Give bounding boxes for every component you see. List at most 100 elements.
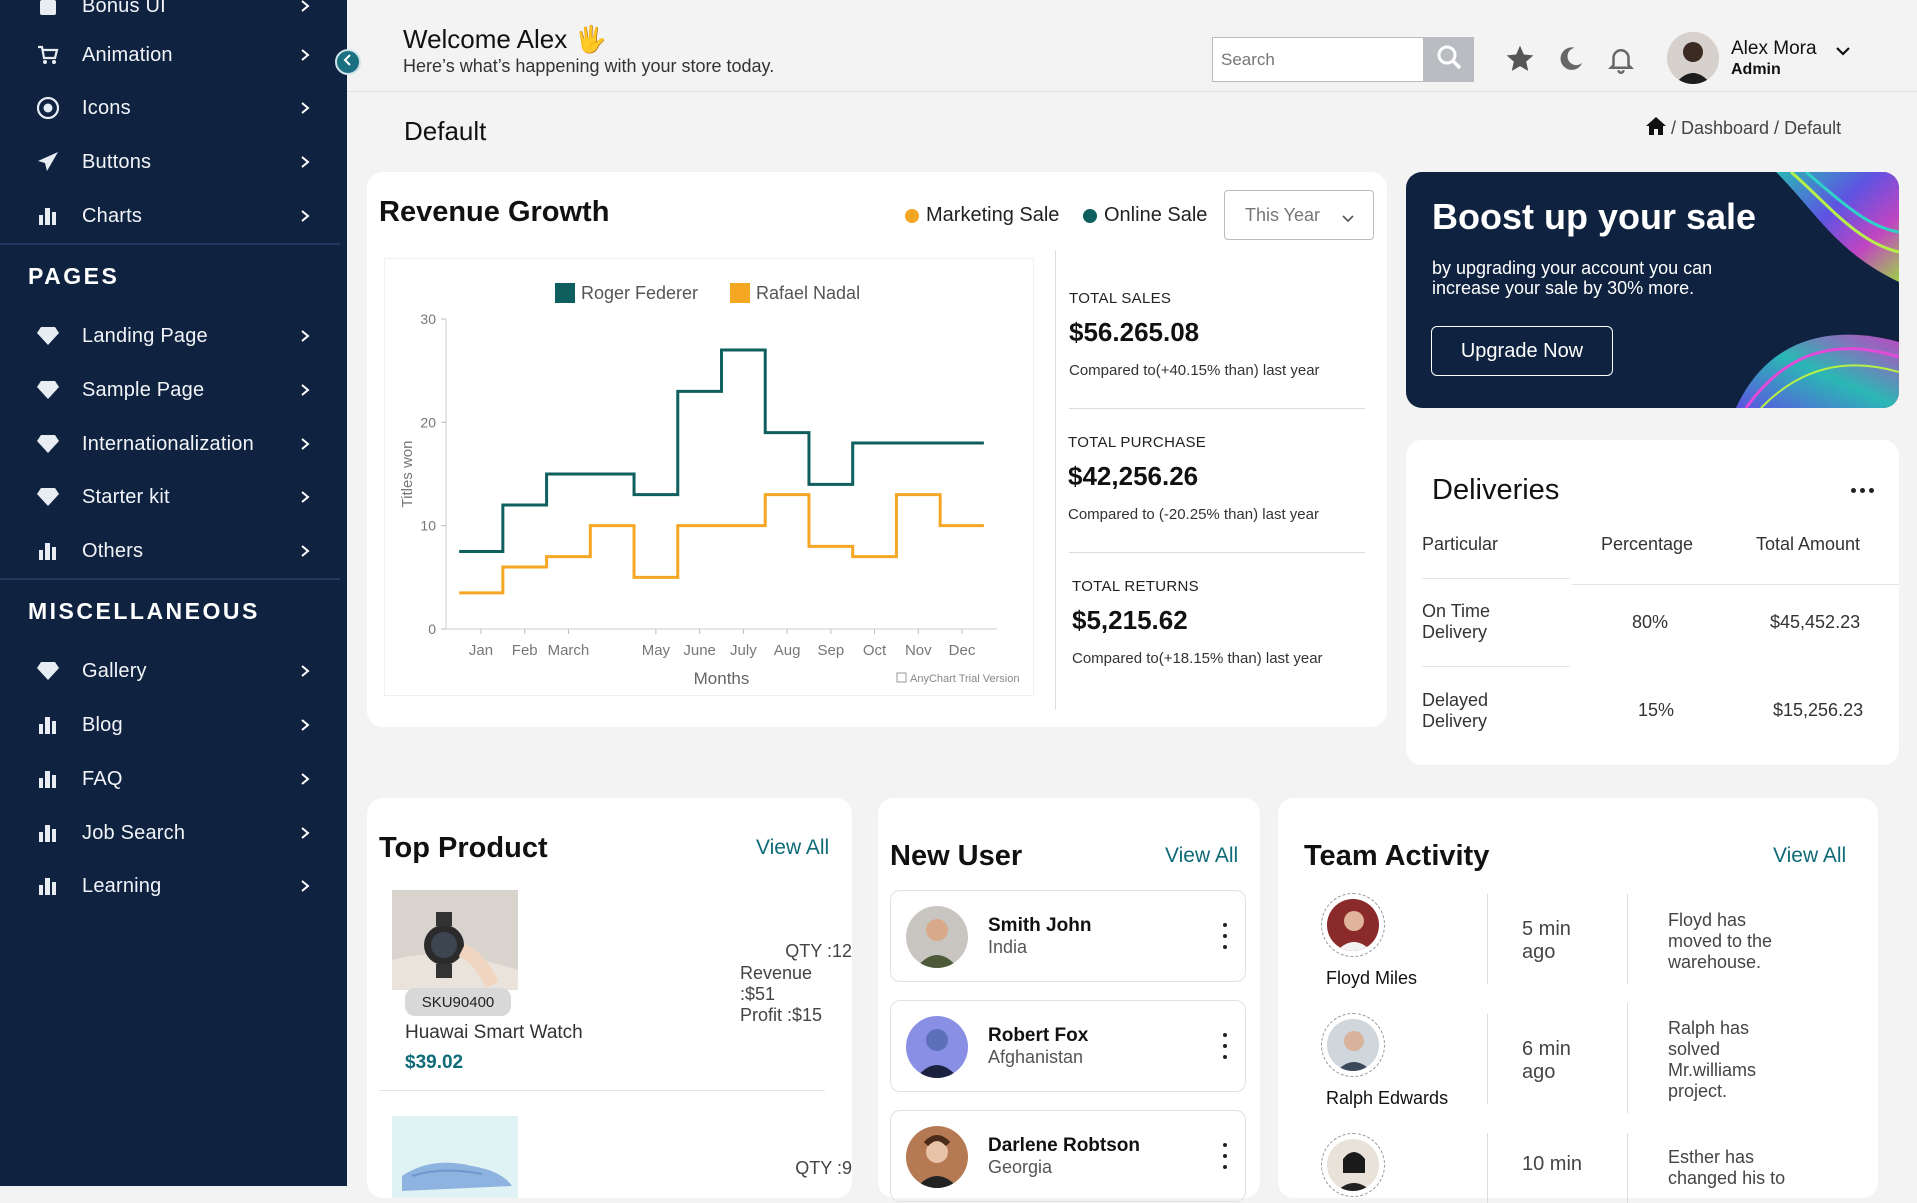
sidebar-item-label: FAQ [82,767,123,790]
legend-label: Online Sale [1104,204,1208,226]
star-icon[interactable] [1503,42,1537,76]
product-name[interactable]: Huawai Smart Watch [405,1022,583,1044]
team-member-name: Floyd Miles [1326,968,1418,988]
new-user-title: New User [890,840,1023,872]
divider [379,1090,825,1091]
x-tick-label: Aug [774,642,801,659]
view-all-link[interactable]: View All [1165,844,1238,868]
user-name[interactable]: Alex Mora [1731,38,1817,60]
product-profit: Profit :$15 [740,1005,823,1025]
sidebar-item-buttons[interactable]: Buttons [0,142,340,182]
user-item[interactable]: Smith John India [890,890,1246,982]
sidebar-divider [0,578,340,580]
stat-value: $5,215.62 [1072,605,1188,635]
kebab-menu-icon[interactable] [1221,1033,1229,1059]
sidebar-item-sample-page[interactable]: Sample Page [0,370,340,410]
product-revenue: Revenue :$51 [740,963,813,1004]
x-axis-title: Months [694,669,750,688]
sidebar-item-label: Starter kit [82,485,170,508]
divider [1069,408,1365,409]
y-tick-label: 10 [420,518,436,534]
sidebar-item-learning[interactable]: Learning [0,866,340,906]
team-activity-title: Team Activity [1304,840,1490,872]
deliveries-title: Deliveries [1432,474,1560,506]
stat-total-sales: TOTAL SALES $56.265.08 Compared to(+40.1… [1069,290,1320,379]
sidebar-item-bonus-ui[interactable]: Bonus UI [0,0,340,26]
user-item[interactable]: Robert Fox Afghanistan [890,1000,1246,1092]
x-tick-label: Sep [817,642,844,659]
column-header-percentage: Percentage [1601,534,1694,554]
search-button[interactable] [1424,37,1474,82]
chevron-down-icon[interactable] [1835,44,1851,62]
promo-title: Boost up your sale [1432,196,1757,237]
legend-label: Roger Federer [581,283,698,303]
sidebar-collapse-button[interactable] [335,49,361,75]
sidebar-item-gallery[interactable]: Gallery [0,651,340,691]
team-member-name: Ralph Edwards [1326,1088,1449,1108]
avatar [906,1126,968,1188]
moon-icon[interactable] [1554,42,1588,76]
kebab-menu-icon[interactable] [1221,923,1229,949]
legend-dot [905,208,919,223]
delivery-particular: On Time Delivery [1422,601,1491,642]
x-tick-label: Oct [863,642,887,659]
chevron-right-icon [298,826,312,840]
cart-icon [34,41,62,69]
activity-text: Floyd has moved to the warehouse. [1668,910,1773,972]
search-input[interactable] [1212,37,1424,82]
avatar [1321,1013,1385,1077]
sidebar-item-charts[interactable]: Charts [0,196,340,236]
sidebar-item-icons[interactable]: Icons [0,88,340,128]
more-options-icon[interactable] [1851,488,1874,493]
bar-chart-icon [34,537,62,565]
chevron-right-icon [298,437,312,451]
new-user-card: New User View All Smith John India Rober… [878,798,1260,1202]
revenue-growth-card: Revenue Growth Marketing Sale Online Sal… [367,172,1387,727]
user-name: Robert Fox [988,1025,1089,1046]
upgrade-now-button[interactable]: Upgrade Now [1431,326,1613,376]
view-all-link[interactable]: View All [1773,844,1846,868]
revenue-title: Revenue Growth [379,196,610,228]
series-line-rafael-nadal [459,493,984,595]
divider [1627,1003,1628,1113]
revenue-chart: 0 10 20 30 Jan Feb March May June July Aug Sep Oct No… [384,258,1034,696]
sidebar-item-internationalization[interactable]: Internationalization [0,424,340,464]
sidebar-item-landing-page[interactable]: Landing Page [0,316,340,356]
kebab-menu-icon[interactable] [1221,1143,1229,1169]
user-role: Admin [1731,61,1781,78]
product-image[interactable] [392,890,518,990]
sidebar-item-blog[interactable]: Blog [0,705,340,745]
view-all-link[interactable]: View All [756,836,829,860]
team-activity-card: Team Activity View All Floyd Miles 5 min… [1278,798,1878,1203]
user-country: India [988,937,1028,957]
sidebar-item-label: Charts [82,204,143,227]
sidebar-item-label: Icons [82,96,131,119]
user-name: Darlene Robtson [988,1135,1141,1156]
divider [1627,894,1628,984]
avatar [1321,1133,1385,1197]
divider [1487,1014,1488,1104]
divider [1627,1133,1628,1203]
sidebar-item-others[interactable]: Others [0,531,340,571]
welcome-title: Welcome Alex 🖐 [403,24,607,54]
sidebar-item-animation[interactable]: Animation [0,35,340,75]
anychart-logo-icon [896,672,907,683]
chevron-right-icon [298,544,312,558]
sidebar-item-starter-kit[interactable]: Starter kit [0,477,340,517]
breadcrumb: / Dashboard / Default [1645,116,1841,141]
home-icon[interactable] [1645,116,1667,141]
diamond-icon [34,322,62,350]
user-item[interactable]: Darlene Robtson Georgia [890,1110,1246,1202]
sidebar-item-faq[interactable]: FAQ [0,759,340,799]
avatar[interactable] [1667,32,1719,84]
chevron-right-icon [298,0,312,13]
chevron-right-icon [298,490,312,504]
period-select[interactable]: This Year [1224,190,1374,240]
chart-svg: 0 10 20 30 Jan Feb March May June July Aug Sep Oct No… [399,283,1019,688]
stat-compare: Compared to(+40.15% than) last year [1069,362,1320,379]
bell-icon[interactable] [1604,42,1638,76]
chevron-down-icon [1341,208,1355,229]
diamond-icon [34,430,62,458]
breadcrumb-text[interactable]: / Dashboard / Default [1671,118,1841,139]
sidebar-item-job-search[interactable]: Job Search [0,813,340,853]
